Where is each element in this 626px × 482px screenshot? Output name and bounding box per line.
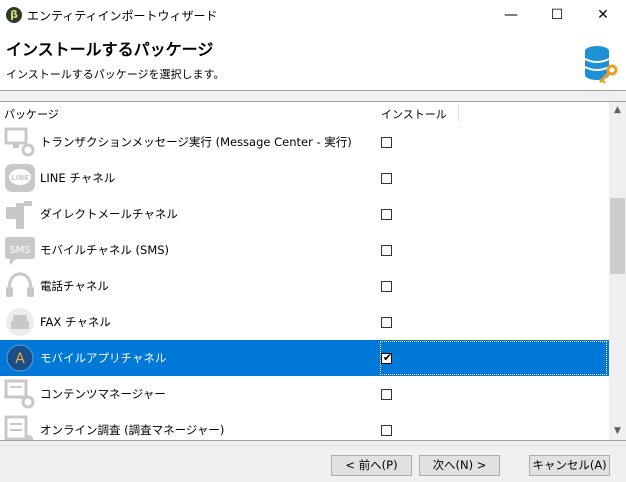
row-label: モバイルチャネル (SMS) (40, 243, 170, 257)
row-label: コンテンツマネージャー (40, 387, 166, 401)
mobile-app-icon: A (6, 344, 34, 372)
scrollbar-thumb[interactable] (610, 198, 625, 274)
footer-divider (0, 445, 626, 446)
page-subtitle: インストールするパッケージを選択します。 (6, 68, 225, 81)
install-checkbox[interactable] (381, 281, 392, 292)
table-row[interactable]: A モバイルアプリチャネル ✔ (0, 340, 609, 376)
line-icon: LINE (5, 164, 35, 192)
svg-text:SMS: SMS (9, 245, 30, 256)
cancel-button[interactable]: キャンセル(A) (529, 455, 610, 476)
content-manager-icon (4, 379, 35, 409)
table-row[interactable]: SMS モバイルチャネル (SMS) (0, 232, 609, 268)
back-button[interactable]: < 前へ(P) (331, 455, 412, 476)
survey-icon (4, 415, 33, 440)
table-row[interactable]: オンライン調査 (調査マネージャー) (0, 412, 609, 440)
table-row[interactable]: ダイレクトメールチャネル (0, 196, 609, 232)
table-row[interactable]: FAX チャネル (0, 304, 609, 340)
wizard-header: インストールするパッケージ インストールするパッケージを選択します。 (0, 30, 626, 91)
table-row[interactable]: LINE LINE チャネル (0, 160, 609, 196)
svg-text:LINE: LINE (11, 174, 29, 182)
page-title: インストールするパッケージ (6, 40, 214, 59)
row-label: トランザクションメッセージ実行 (Message Center - 実行) (40, 135, 352, 149)
sms-icon: SMS (5, 237, 35, 265)
column-install[interactable]: インストール (381, 106, 447, 122)
install-checkbox[interactable] (381, 137, 392, 148)
window-title: エンティティインポートウィザード (27, 9, 218, 23)
table-row[interactable]: コンテンツマネージャー (0, 376, 609, 412)
row-label: LINE チャネル (40, 171, 116, 185)
maximize-button[interactable]: ☐ (534, 0, 580, 30)
monitor-gear-icon (4, 127, 35, 157)
database-key-icon (584, 46, 618, 84)
table-row[interactable]: トランザクションメッセージ実行 (Message Center - 実行) (0, 124, 609, 160)
row-label: モバイルアプリチャネル (40, 351, 167, 365)
column-separator[interactable] (458, 104, 459, 122)
focus-outline (380, 341, 607, 375)
row-label: 電話チャネル (40, 279, 109, 293)
column-header: パッケージ インストール (0, 102, 609, 124)
row-label: FAX チャネル (40, 315, 111, 329)
install-checkbox[interactable] (381, 245, 392, 256)
table-row[interactable]: 電話チャネル (0, 268, 609, 304)
column-package[interactable]: パッケージ (4, 106, 59, 122)
install-checkbox[interactable]: ✔ (381, 351, 393, 364)
install-checkbox[interactable] (381, 425, 392, 436)
install-checkbox[interactable] (381, 317, 392, 328)
package-list: パッケージ インストール トランザクションメッセージ実行 (Message Ce… (0, 101, 626, 441)
mailbox-icon (6, 201, 32, 229)
headset-icon (6, 272, 34, 297)
minimize-button[interactable]: — (488, 0, 534, 30)
vertical-scrollbar[interactable]: ▲ ▼ (609, 102, 626, 440)
svg-text:A: A (15, 351, 25, 367)
scroll-down-arrow-icon[interactable]: ▼ (609, 423, 626, 440)
row-label: ダイレクトメールチャネル (40, 207, 178, 221)
install-checkbox[interactable] (381, 389, 392, 400)
scroll-up-arrow-icon[interactable]: ▲ (609, 102, 626, 119)
next-button[interactable]: 次へ(N) > (419, 455, 500, 476)
title-bar: β エンティティインポートウィザード — ☐ ✕ (0, 0, 626, 30)
install-checkbox[interactable] (381, 209, 392, 220)
app-logo-icon: β (6, 7, 22, 23)
checkmark-icon: ✔ (382, 351, 393, 364)
install-checkbox[interactable] (381, 173, 392, 184)
row-label: オンライン調査 (調査マネージャー) (40, 423, 225, 437)
fax-icon (6, 308, 34, 336)
close-button[interactable]: ✕ (580, 0, 626, 30)
